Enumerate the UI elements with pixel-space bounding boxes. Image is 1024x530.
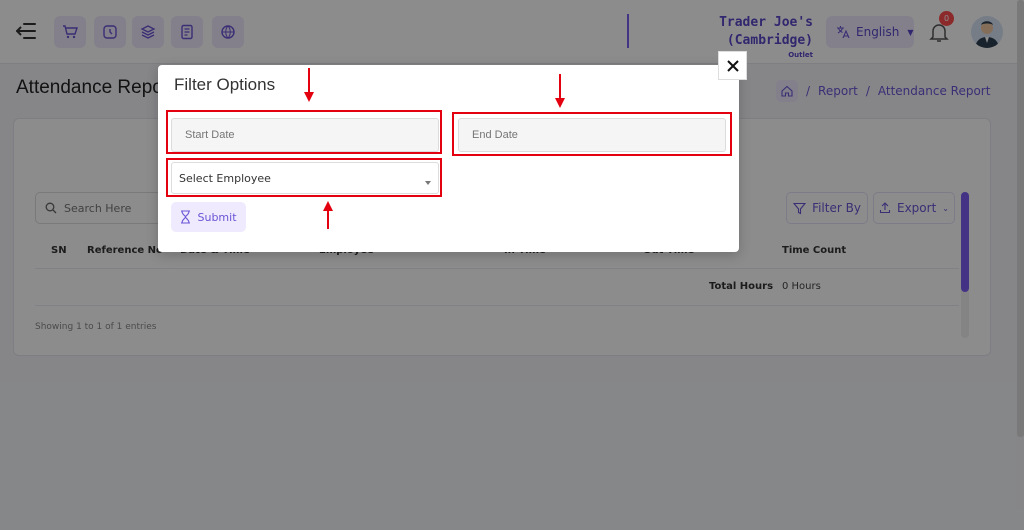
- employee-select[interactable]: Select Employee: [171, 162, 439, 194]
- close-icon[interactable]: [718, 51, 747, 80]
- submit-button[interactable]: Submit: [171, 202, 246, 232]
- hourglass-icon: [181, 210, 191, 224]
- dropdown-caret-icon: [425, 181, 431, 185]
- start-date-field[interactable]: [171, 118, 439, 152]
- up-arrow-icon: [323, 201, 333, 229]
- down-arrow-icon: [304, 68, 314, 102]
- submit-label: Submit: [197, 210, 237, 224]
- end-date-field[interactable]: [458, 118, 726, 152]
- employee-select-value: Select Employee: [179, 171, 271, 185]
- modal-title: Filter Options: [174, 75, 276, 94]
- down-arrow-icon: [555, 74, 565, 108]
